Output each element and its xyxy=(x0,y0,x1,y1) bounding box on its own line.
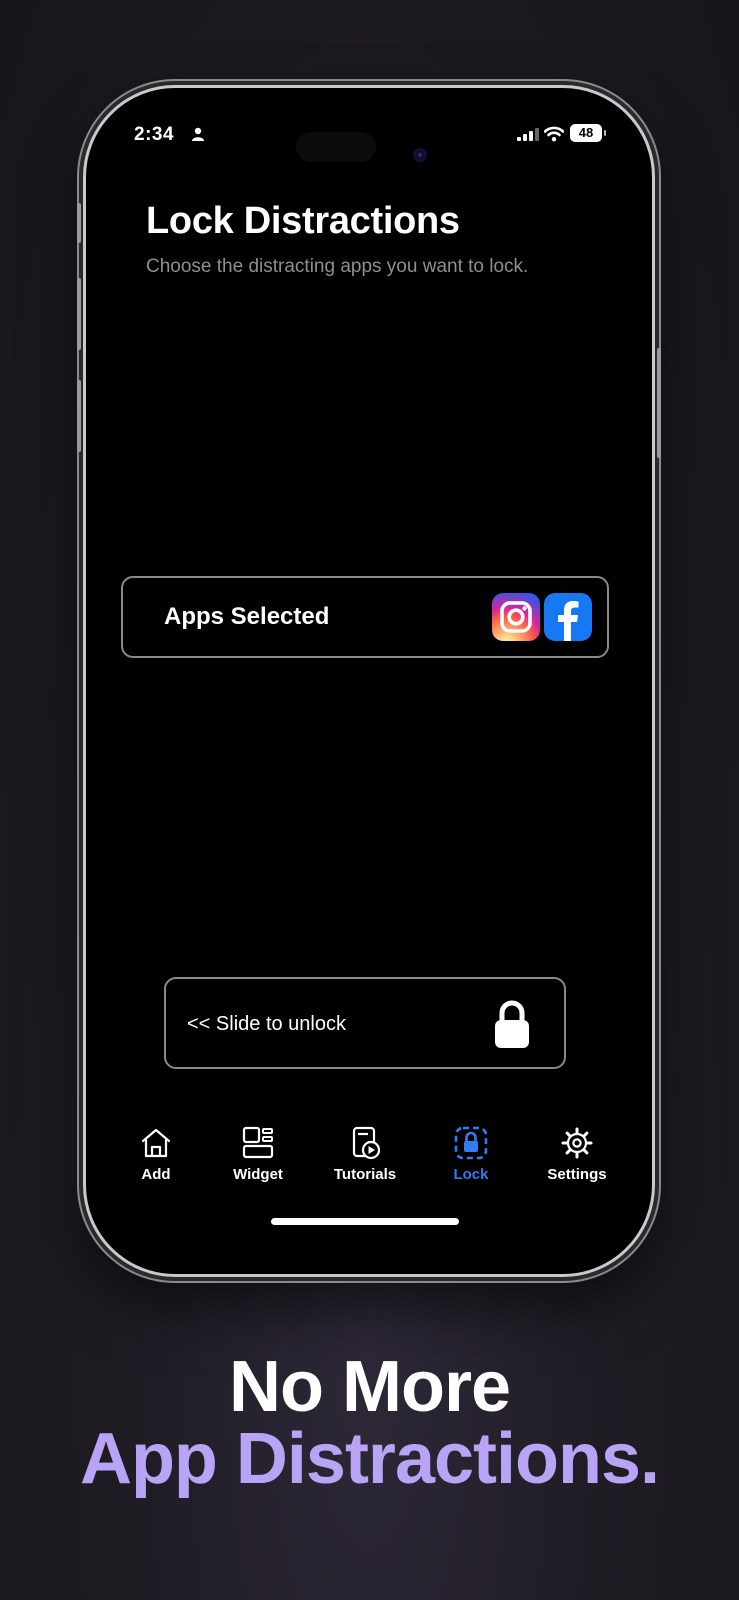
tab-tutorials-label: Tutorials xyxy=(333,1166,397,1183)
padlock-icon[interactable] xyxy=(493,999,531,1049)
dynamic-island xyxy=(296,132,376,162)
tab-lock-label: Lock xyxy=(453,1166,489,1183)
volume-up-button xyxy=(77,278,81,350)
wifi-icon xyxy=(544,126,564,142)
volume-down-button xyxy=(77,380,81,452)
promo-headline-line1: No More xyxy=(229,1347,511,1427)
instagram-icon xyxy=(492,593,540,641)
phone-screen: 2:34 48 Lock Distractions Choose the dis… xyxy=(100,102,638,1260)
action-button xyxy=(77,203,81,243)
tab-tutorials[interactable]: Tutorials xyxy=(320,1126,410,1183)
page-title: Lock Distractions xyxy=(146,200,460,242)
front-camera xyxy=(413,148,427,162)
cellular-signal-icon xyxy=(517,128,539,141)
page-subtitle: Choose the distracting apps you want to … xyxy=(146,256,529,277)
status-bar: 2:34 48 xyxy=(100,124,638,162)
gear-icon xyxy=(561,1127,593,1159)
phone-frame: 2:34 48 Lock Distractions Choose the dis… xyxy=(77,85,661,1277)
tab-add[interactable]: Add xyxy=(111,1126,201,1183)
slide-to-unlock-label: << Slide to unlock xyxy=(187,1013,346,1035)
apps-selected-card[interactable]: Apps Selected xyxy=(121,576,609,658)
house-icon xyxy=(141,1128,171,1158)
apps-selected-label: Apps Selected xyxy=(164,603,330,630)
tab-add-label: Add xyxy=(141,1166,171,1183)
tab-lock[interactable]: Lock xyxy=(426,1126,516,1183)
tab-settings[interactable]: Settings xyxy=(532,1126,622,1183)
battery-indicator: 48 xyxy=(570,124,606,142)
power-button xyxy=(657,348,661,458)
tab-bar: Add Widget Tutorials Lock Settings xyxy=(100,1126,638,1196)
tab-widget-label: Widget xyxy=(233,1166,283,1183)
lock-icon xyxy=(454,1126,488,1160)
tutorials-icon xyxy=(352,1126,381,1160)
status-time: 2:34 xyxy=(134,124,175,145)
promo-headline-line2: App Distractions. xyxy=(79,1419,660,1499)
tab-settings-label: Settings xyxy=(547,1166,607,1183)
widget-icon xyxy=(242,1126,274,1159)
person-icon xyxy=(192,127,204,141)
home-indicator[interactable] xyxy=(271,1218,459,1225)
facebook-icon xyxy=(544,593,592,641)
slide-to-unlock-slider[interactable]: << Slide to unlock xyxy=(164,977,566,1069)
tab-widget[interactable]: Widget xyxy=(213,1126,303,1183)
